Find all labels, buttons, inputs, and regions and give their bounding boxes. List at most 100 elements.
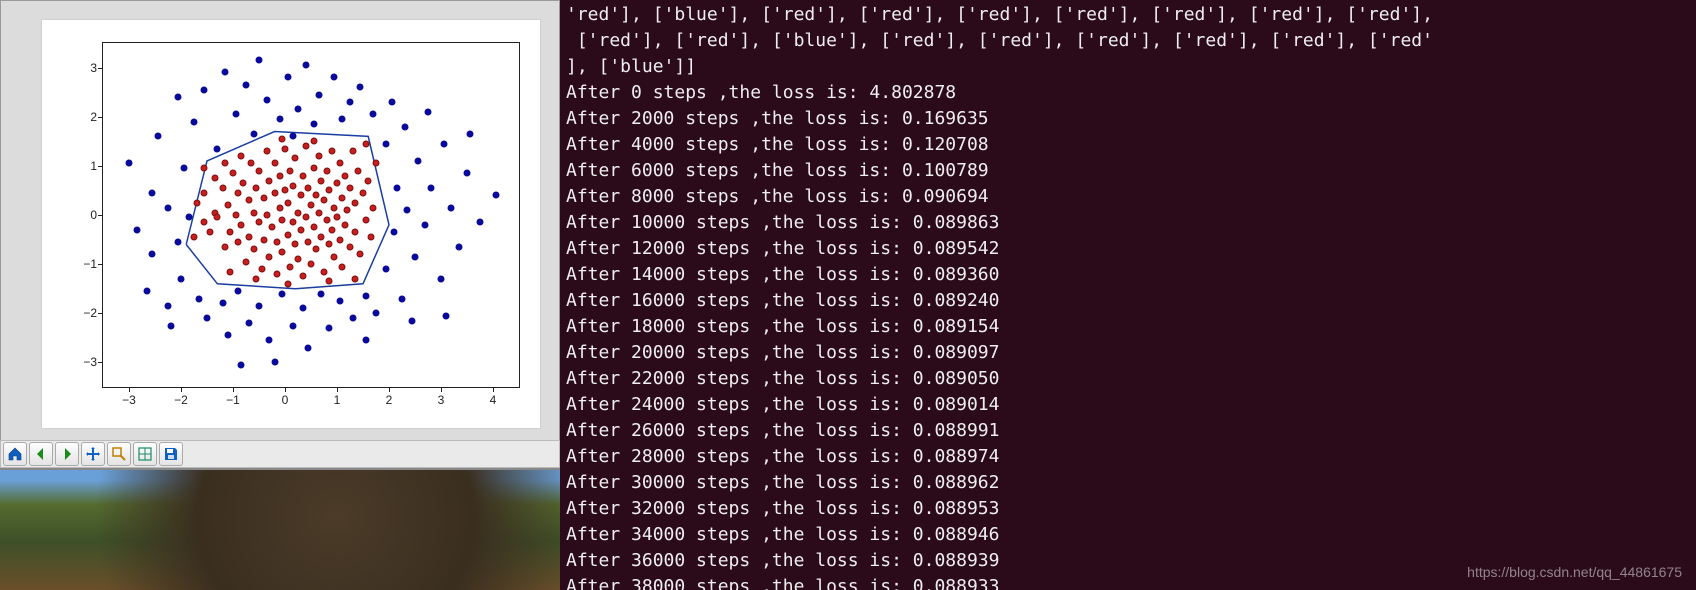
data-point-red: [279, 248, 286, 255]
data-point-blue: [154, 133, 161, 140]
data-point-blue: [149, 189, 156, 196]
data-point-red: [323, 167, 330, 174]
decision-boundary-line: [103, 43, 519, 387]
data-point-blue: [237, 361, 244, 368]
data-point-red: [305, 184, 312, 191]
data-point-blue: [232, 111, 239, 118]
data-point-red: [235, 189, 242, 196]
data-point-red: [193, 199, 200, 206]
data-point-red: [300, 273, 307, 280]
data-point-red: [295, 209, 302, 216]
x-tick-label: −3: [122, 393, 136, 407]
data-point-blue: [425, 108, 432, 115]
data-point-red: [341, 221, 348, 228]
data-point-red: [269, 224, 276, 231]
data-point-blue: [180, 165, 187, 172]
data-point-red: [336, 236, 343, 243]
data-point-red: [347, 184, 354, 191]
data-point-red: [235, 239, 242, 246]
data-point-blue: [412, 253, 419, 260]
data-point-blue: [305, 344, 312, 351]
data-point-red: [334, 214, 341, 221]
data-point-red: [305, 239, 312, 246]
data-point-red: [341, 172, 348, 179]
matplotlib-window: −3−2−10123−3−2−101234: [0, 0, 560, 465]
data-point-blue: [339, 116, 346, 123]
data-point-blue: [466, 130, 473, 137]
x-tick-label: 0: [282, 393, 289, 407]
data-point-red: [222, 160, 229, 167]
data-point-blue: [456, 243, 463, 250]
data-point-red: [367, 234, 374, 241]
data-point-blue: [219, 300, 226, 307]
y-tick-label: −2: [83, 306, 97, 320]
data-point-red: [339, 194, 346, 201]
data-point-red: [274, 239, 281, 246]
data-point-red: [261, 236, 268, 243]
data-point-blue: [492, 192, 499, 199]
save-button[interactable]: [159, 442, 183, 466]
data-point-blue: [256, 57, 263, 64]
data-point-red: [310, 165, 317, 172]
figure-canvas[interactable]: −3−2−10123−3−2−101234: [41, 19, 541, 429]
y-tick-label: −3: [83, 355, 97, 369]
data-point-blue: [373, 310, 380, 317]
data-point-red: [222, 243, 229, 250]
data-point-blue: [126, 160, 133, 167]
data-point-blue: [222, 69, 229, 76]
data-point-red: [253, 275, 260, 282]
data-point-blue: [196, 295, 203, 302]
data-point-blue: [347, 98, 354, 105]
data-point-red: [256, 167, 263, 174]
data-point-blue: [250, 130, 257, 137]
data-point-red: [276, 204, 283, 211]
data-point-red: [339, 263, 346, 270]
subplots-button[interactable]: [133, 442, 157, 466]
data-point-red: [344, 207, 351, 214]
data-point-blue: [245, 320, 252, 327]
data-point-blue: [149, 251, 156, 258]
data-point-red: [336, 160, 343, 167]
data-point-red: [256, 219, 263, 226]
data-point-red: [331, 204, 338, 211]
data-point-blue: [300, 305, 307, 312]
data-point-blue: [393, 184, 400, 191]
data-point-blue: [289, 133, 296, 140]
data-point-red: [237, 221, 244, 228]
data-point-red: [321, 268, 328, 275]
data-point-red: [237, 153, 244, 160]
data-point-blue: [331, 74, 338, 81]
data-point-red: [248, 160, 255, 167]
pan-button[interactable]: [81, 442, 105, 466]
data-point-red: [284, 280, 291, 287]
data-point-blue: [243, 81, 250, 88]
data-point-red: [308, 202, 315, 209]
y-tick-label: −1: [83, 257, 97, 271]
data-point-red: [263, 212, 270, 219]
data-point-red: [227, 229, 234, 236]
x-tick-label: 1: [334, 393, 341, 407]
data-point-blue: [427, 184, 434, 191]
data-point-red: [354, 167, 361, 174]
data-point-red: [360, 189, 367, 196]
y-tick-label: 1: [90, 159, 97, 173]
data-point-blue: [391, 229, 398, 236]
desktop-wallpaper-strip: [0, 468, 560, 590]
data-point-blue: [263, 96, 270, 103]
home-button[interactable]: [3, 442, 27, 466]
data-point-blue: [279, 290, 286, 297]
data-point-blue: [201, 86, 208, 93]
data-point-red: [310, 224, 317, 231]
x-tick-label: −1: [226, 393, 240, 407]
terminal-output[interactable]: 'red'], ['blue'], ['red'], ['red'], ['re…: [560, 0, 1696, 590]
data-point-red: [261, 194, 268, 201]
data-point-red: [362, 140, 369, 147]
forward-button[interactable]: [55, 442, 79, 466]
data-point-red: [362, 216, 369, 223]
data-point-blue: [336, 298, 343, 305]
data-point-red: [347, 243, 354, 250]
data-point-red: [297, 192, 304, 199]
back-button[interactable]: [29, 442, 53, 466]
zoom-button[interactable]: [107, 442, 131, 466]
data-point-blue: [224, 332, 231, 339]
